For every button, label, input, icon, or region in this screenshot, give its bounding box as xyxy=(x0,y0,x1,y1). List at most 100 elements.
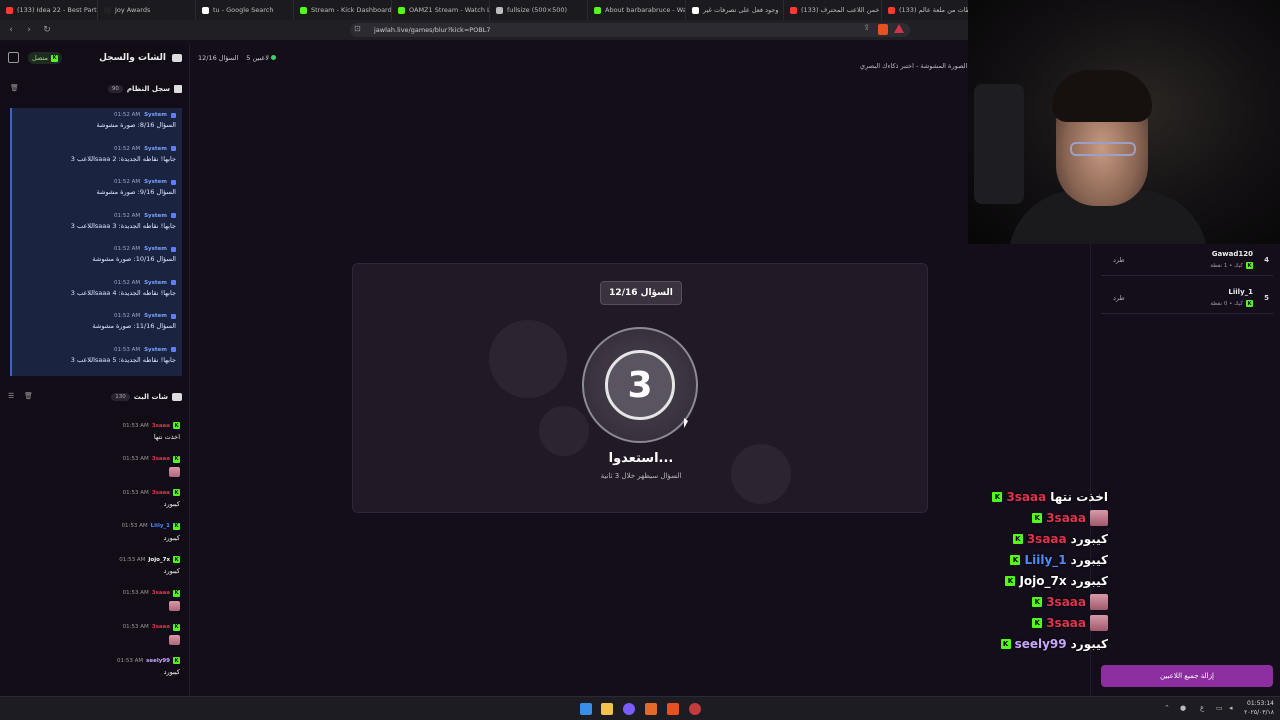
entry-text: اللاعب 3saaa جابها! نقاطه الجديدة: 4 xyxy=(70,288,176,297)
trash-icon[interactable]: 🗑 xyxy=(24,392,33,400)
volume-icon[interactable]: ◂ xyxy=(1229,704,1233,712)
kick-icon: K xyxy=(1000,638,1011,649)
browser-tab[interactable]: Stream - Kick Dashboard xyxy=(294,0,392,20)
system-icon xyxy=(171,246,176,252)
browser-tab[interactable]: وجود فعل على تصرفات غير xyxy=(686,0,784,20)
player-score: كيك • 1 نقطة K xyxy=(1210,262,1253,269)
forward-button[interactable]: › xyxy=(22,23,36,37)
system-icon xyxy=(171,146,176,151)
entry-time: 01:52 AM xyxy=(113,279,141,286)
reload-icon[interactable]: ↻ xyxy=(40,23,54,37)
stream-chat-overlay: K 3saaa اخذت نتها K 3saaa K 3saaa كيبورد K Liily_… xyxy=(980,486,1108,654)
browser-tab[interactable]: (133) لحظات من ملعة عالم xyxy=(882,0,980,20)
emote-icon xyxy=(1090,614,1108,631)
browser-tab[interactable]: Joy Awards xyxy=(98,0,196,20)
kick-player-button[interactable]: طرد xyxy=(1113,256,1125,264)
url-text: jawlah.live/games/blur?kick=POBL7 xyxy=(374,26,491,34)
kick-icon: K xyxy=(173,489,180,497)
bookmark-icon[interactable]: ⊡ xyxy=(354,24,361,33)
tab-favicon-icon xyxy=(300,6,307,14)
info-icon xyxy=(174,85,182,93)
browser-tab[interactable]: fullsize (500×500) xyxy=(490,0,588,20)
overlay-chat-row: K Jojo_7x كيبورد xyxy=(980,570,1108,591)
obs-icon[interactable] xyxy=(689,703,701,715)
overlay-chat-row: K 3saaa كيبورد xyxy=(980,528,1108,549)
clock[interactable]: 01:53:14 ٢٠٢٥/٠٣/١٨ xyxy=(1244,699,1274,717)
brave-rewards-icon[interactable] xyxy=(894,24,904,33)
message-username: Jojo_7x xyxy=(148,556,170,563)
entry-time: 01:52 AM xyxy=(113,112,141,118)
overlay-chat-row: Kseely99 كيبورد xyxy=(980,633,1108,654)
clear-players-button[interactable]: إزالة جميع اللاعبين xyxy=(1101,665,1273,687)
chat-message-meta: 01:53 AM 3saaa K xyxy=(0,589,180,597)
brave-browser-icon[interactable] xyxy=(667,703,679,715)
system-log-entry: 01:52 AM System السؤال 11/16: صورة مشوشة xyxy=(12,309,182,343)
question-badge: السؤال 12/16 xyxy=(600,281,682,305)
discord-icon[interactable] xyxy=(623,703,635,715)
system-log-meta: 01:52 AM System xyxy=(16,246,176,252)
message-text xyxy=(0,634,180,645)
webcam-chair xyxy=(974,84,1024,204)
collapse-panel-icon[interactable] xyxy=(8,52,19,63)
overlay-message: كيبورد xyxy=(1070,573,1108,588)
entry-text: السؤال 8/16: صورة مشوشة xyxy=(96,121,176,129)
ready-text: استعدوا... xyxy=(608,451,674,466)
entry-text: السؤال 11/16: صورة مشوشة xyxy=(92,322,176,330)
browser-tab[interactable]: tu - Google Search xyxy=(196,0,294,20)
trash-icon[interactable]: 🗑 xyxy=(10,84,19,92)
tab-label: fullsize (500×500) xyxy=(507,6,568,14)
back-button[interactable]: ‹ xyxy=(4,23,18,37)
chat-message-meta: 01:53 AM 3saaa K xyxy=(0,455,180,463)
system-icon xyxy=(171,280,176,285)
system-log-meta: 01:52 AM System xyxy=(16,280,176,286)
overlay-username: 3saaa xyxy=(1006,489,1047,504)
chat-message: 01:53 AM Liily_1 K كيبورد xyxy=(0,519,190,553)
question-progress: السؤال 12/16 xyxy=(198,54,239,62)
tab-favicon-icon xyxy=(790,6,797,14)
address-bar[interactable]: jawlah.live/games/blur?kick=POBL7 xyxy=(350,23,910,37)
connection-status-badge: متصل K xyxy=(28,52,63,64)
windows-start-icon[interactable] xyxy=(580,703,592,715)
file-explorer-icon[interactable] xyxy=(601,703,613,715)
chat-message: 01:53 AM 3saaa K اخذت نتها xyxy=(0,418,190,452)
chat-message-meta: 01:53 AM 3saaa K xyxy=(0,623,180,631)
message-text: كيبورد xyxy=(163,533,180,542)
system-icon xyxy=(171,347,176,352)
system-icon xyxy=(171,313,176,319)
chat-message: 01:53 AM 3saaa K xyxy=(0,586,190,620)
language-indicator[interactable]: ع xyxy=(1200,704,1204,712)
kick-icon: K xyxy=(51,54,59,62)
countdown-ring: 3 xyxy=(582,327,698,443)
overlay-username: 3saaa xyxy=(1046,594,1086,609)
system-log-meta: 01:53 AM System xyxy=(16,347,176,353)
browser-tab[interactable]: OAMZ1 Stream - Watch Li xyxy=(392,0,490,20)
system-log-entry: 01:53 AM System اللاعب 3saaa جابها! نقاطه … xyxy=(12,343,182,377)
mic-icon[interactable]: ● xyxy=(1180,704,1186,712)
tray-chevron-icon[interactable]: ⌃ xyxy=(1164,704,1170,712)
message-username: 3saaa xyxy=(151,590,170,597)
kick-player-button[interactable]: طرد xyxy=(1113,294,1125,302)
countdown-card: السؤال 12/16 3 استعدوا... السؤال سيظهر خ… xyxy=(352,263,928,513)
tab-label: وجود فعل على تصرفات غير xyxy=(703,6,779,14)
status-label: متصل xyxy=(32,54,49,62)
browser-tab[interactable]: (133) خمن اللاعب المحترف xyxy=(784,0,882,20)
share-icon[interactable]: ⇪ xyxy=(863,23,870,32)
browser-tab[interactable]: (133) Idea 22 - Best Part ( xyxy=(0,0,98,20)
browser-tab[interactable]: About barbarabruce - Wat xyxy=(588,0,686,20)
kick-icon: K xyxy=(1246,300,1253,307)
app-icon[interactable] xyxy=(645,703,657,715)
player-row: 4 Gawad120 كيك • 1 نقطة K طرد xyxy=(1101,246,1273,276)
tab-label: tu - Google Search xyxy=(213,6,274,14)
system-log-entry: 01:52 AM System السؤال 9/16: صورة مشوشة xyxy=(12,175,182,209)
emote-icon xyxy=(169,600,180,611)
overlay-message: كيبورد xyxy=(1070,636,1108,651)
clock-date: ٢٠٢٥/٠٣/١٨ xyxy=(1244,709,1274,716)
tab-favicon-icon xyxy=(398,6,405,14)
decor-bubble xyxy=(489,320,567,398)
appear-text: السؤال سيظهر خلال 3 ثانية xyxy=(600,472,682,480)
message-username: Liily_1 xyxy=(150,523,170,530)
menu-icon[interactable]: ☰ xyxy=(8,392,14,400)
kick-icon: K xyxy=(173,422,180,429)
network-icon[interactable]: ▭ xyxy=(1216,704,1223,712)
brave-shield-icon[interactable] xyxy=(878,24,888,35)
